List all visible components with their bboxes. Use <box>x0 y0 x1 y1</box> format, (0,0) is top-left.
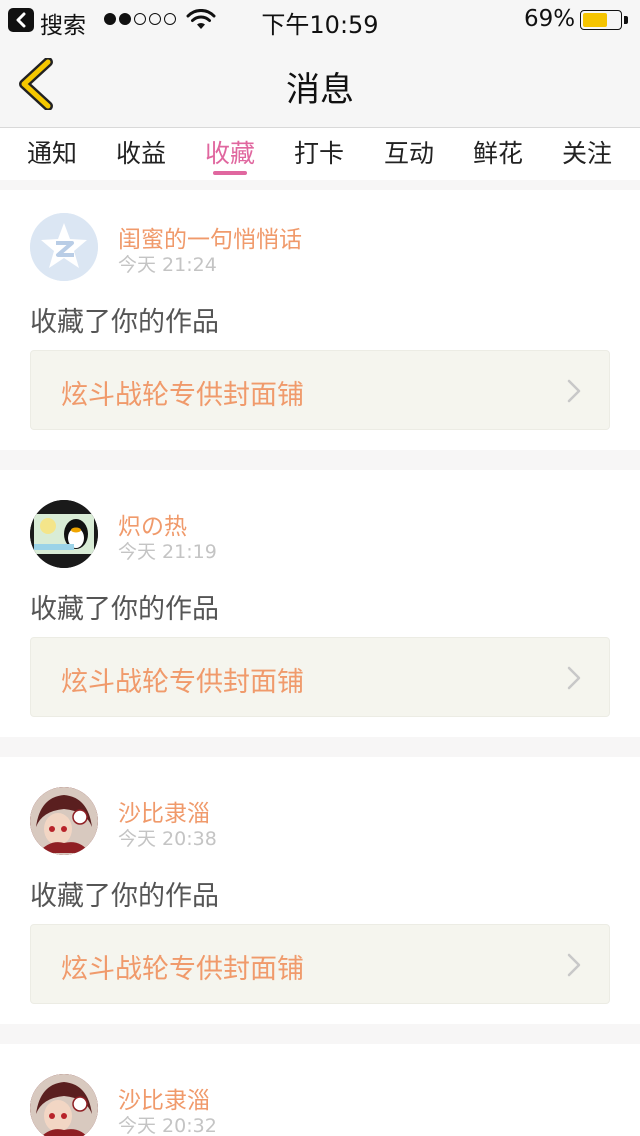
active-tab-indicator <box>213 171 247 175</box>
chevron-right-icon <box>567 666 581 690</box>
message-time: 今天 20:32 <box>118 1115 217 1136</box>
work-link[interactable]: 炫斗战轮专供封面铺 <box>30 637 610 717</box>
page-title: 消息 <box>286 70 354 110</box>
work-link[interactable]: 炫斗战轮专供封面铺 <box>30 350 610 430</box>
tab-interactions[interactable]: 互动 <box>369 134 449 170</box>
qq-penguin-avatar[interactable] <box>30 500 98 568</box>
message-time: 今天 20:38 <box>118 828 217 850</box>
tab-favorites[interactable]: 收藏 <box>190 134 270 170</box>
message-card: 沙比隶淄 今天 20:38 收藏了你的作品 炫斗战轮专供封面铺 <box>0 757 640 1024</box>
message-card: 闺蜜的一句悄悄话 今天 21:24 收藏了你的作品 炫斗战轮专供封面铺 <box>0 190 640 450</box>
message-card: 炽の热 今天 21:19 收藏了你的作品 炫斗战轮专供封面铺 <box>0 470 640 737</box>
tab-flowers[interactable]: 鲜花 <box>458 134 538 170</box>
message-time: 今天 21:24 <box>118 254 217 276</box>
work-title: 炫斗战轮专供封面铺 <box>61 667 304 698</box>
tab-checkin[interactable]: 打卡 <box>279 134 359 170</box>
battery-tip <box>624 16 628 24</box>
work-title: 炫斗战轮专供封面铺 <box>61 954 304 985</box>
username[interactable]: 闺蜜的一句悄悄话 <box>118 220 302 254</box>
anime-character-avatar[interactable] <box>30 787 98 855</box>
username[interactable]: 炽の热 <box>118 507 187 541</box>
status-bar: 搜索 下午10:59 69% <box>0 0 640 40</box>
username[interactable]: 沙比隶淄 <box>118 1081 210 1115</box>
work-link[interactable]: 炫斗战轮专供封面铺 <box>30 924 610 1004</box>
tab-notifications[interactable]: 通知 <box>12 134 92 170</box>
action-text: 收藏了你的作品 <box>30 307 219 338</box>
message-card: 沙比隶淄 今天 20:32 <box>0 1044 640 1136</box>
tab-earnings[interactable]: 收益 <box>101 134 181 170</box>
tab-follows[interactable]: 关注 <box>547 134 627 170</box>
chevron-right-icon <box>567 379 581 403</box>
battery-percent: 69% <box>524 6 576 32</box>
action-text: 收藏了你的作品 <box>30 881 219 912</box>
tab-bar: 通知 收益 收藏 打卡 互动 鲜花 关注 <box>0 128 640 180</box>
action-text: 收藏了你的作品 <box>30 594 219 625</box>
chevron-right-icon <box>567 953 581 977</box>
message-time: 今天 21:19 <box>118 541 217 563</box>
anime-character-avatar[interactable] <box>30 1074 98 1136</box>
battery-icon <box>580 10 622 30</box>
username[interactable]: 沙比隶淄 <box>118 794 210 828</box>
work-title: 炫斗战轮专供封面铺 <box>61 380 304 411</box>
qzone-logo-avatar[interactable] <box>30 213 98 281</box>
navigation-bar: 消息 <box>0 40 640 128</box>
